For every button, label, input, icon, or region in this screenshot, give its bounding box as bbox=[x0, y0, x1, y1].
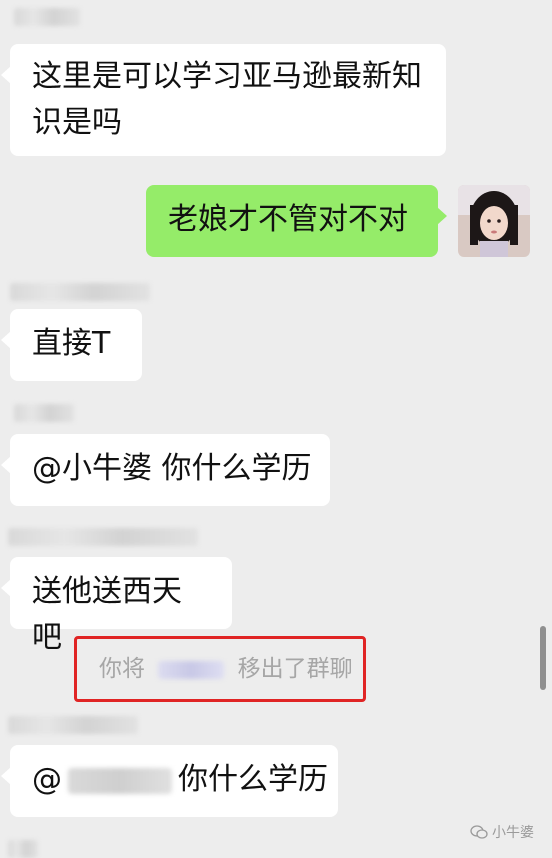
message-text: @小牛婆 你什么学历 bbox=[32, 451, 312, 486]
watermark-label: 小牛婆 bbox=[492, 825, 534, 841]
message-text: 直接T bbox=[32, 326, 111, 361]
message-text: 老娘才不管对不对 bbox=[168, 202, 408, 237]
message-bubble[interactable]: @ 你什么学历 bbox=[1, 745, 338, 817]
avatar-image bbox=[458, 185, 530, 257]
sender-name-redacted bbox=[8, 840, 38, 858]
system-notice-highlight: 你将 移出了群聊 bbox=[74, 636, 366, 702]
system-notice-text: 你将 移出了群聊 bbox=[99, 653, 353, 685]
sender-name-redacted bbox=[8, 528, 198, 546]
watermark: 小牛婆 bbox=[470, 822, 534, 842]
message-bubble[interactable]: 送他送西天吧 bbox=[1, 557, 232, 655]
message-text: 你什么学历 bbox=[178, 762, 328, 797]
sender-name-redacted bbox=[10, 283, 150, 301]
system-notice-suffix: 移出了群聊 bbox=[237, 656, 353, 682]
message-bubble[interactable]: 直接T bbox=[1, 309, 142, 381]
message-bubble[interactable]: @小牛婆 你什么学历 bbox=[1, 434, 330, 506]
message-bubble[interactable]: 这里是可以学习亚马逊最新知识是吗 bbox=[1, 44, 446, 156]
message-bubble-self[interactable]: 老娘才不管对不对 bbox=[146, 185, 447, 257]
user-avatar[interactable] bbox=[458, 185, 530, 257]
sender-name-redacted bbox=[8, 716, 138, 734]
message-text: 这里是可以学习亚马逊最新知识是吗 bbox=[32, 59, 422, 140]
redacted-mention-name bbox=[68, 767, 172, 794]
sender-name-redacted bbox=[14, 8, 80, 26]
system-notice-prefix: 你将 bbox=[99, 656, 145, 682]
mention-prefix: @ bbox=[32, 762, 62, 797]
redacted-member-name bbox=[158, 660, 225, 679]
scrollbar-thumb[interactable] bbox=[540, 626, 546, 690]
sender-name-redacted bbox=[14, 404, 74, 422]
wechat-icon bbox=[470, 825, 488, 839]
